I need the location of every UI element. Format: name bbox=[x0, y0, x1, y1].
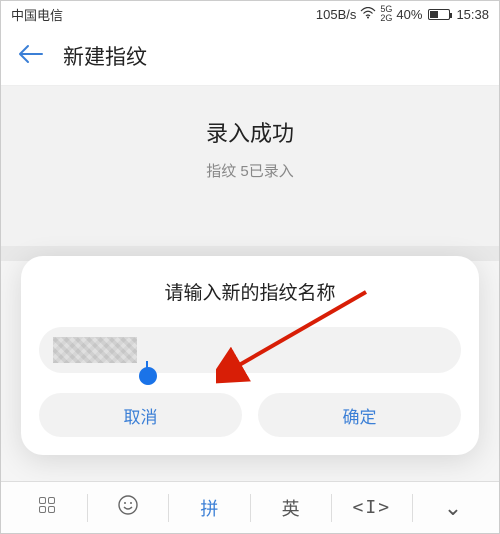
battery-icon bbox=[428, 9, 450, 20]
status-bar: 中国电信 105B/s 5G2G 40% 15:38 bbox=[1, 1, 499, 27]
ime-pinyin-button[interactable]: 拼 bbox=[169, 495, 249, 521]
success-title: 录入成功 bbox=[1, 116, 499, 148]
success-subtitle: 指纹 5已录入 bbox=[1, 160, 499, 181]
clock: 15:38 bbox=[456, 7, 489, 22]
ime-english-button[interactable]: 英 bbox=[251, 495, 331, 521]
net-speed: 105B/s bbox=[316, 7, 356, 22]
code-icon: <I> bbox=[353, 497, 392, 518]
back-icon[interactable] bbox=[17, 44, 43, 69]
text-cursor-handle[interactable] bbox=[139, 367, 157, 385]
grid-icon bbox=[38, 496, 56, 514]
cell-icon: 5G2G bbox=[380, 5, 392, 23]
status-right: 105B/s 5G2G 40% 15:38 bbox=[316, 5, 489, 23]
app-header: 新建指纹 bbox=[1, 27, 499, 85]
emoji-button[interactable] bbox=[88, 494, 168, 521]
input-wrapper bbox=[39, 327, 461, 373]
keyboard-toolbar: 拼 英 <I> ⌄ bbox=[1, 481, 499, 533]
battery-pct: 40% bbox=[396, 7, 422, 22]
fingerprint-name-input[interactable] bbox=[39, 327, 461, 373]
keyboard-collapse-button[interactable]: ⌄ bbox=[413, 495, 493, 521]
confirm-button[interactable]: 确定 bbox=[258, 393, 461, 437]
wifi-icon bbox=[360, 7, 376, 22]
smile-icon bbox=[117, 500, 139, 520]
dialog-title: 请输入新的指纹名称 bbox=[39, 278, 461, 305]
code-input-button[interactable]: <I> bbox=[332, 497, 412, 518]
cancel-button[interactable]: 取消 bbox=[39, 393, 242, 437]
chevron-down-icon: ⌄ bbox=[444, 495, 462, 520]
keyboard-grid-button[interactable] bbox=[7, 496, 87, 519]
main-content: 录入成功 指纹 5已录入 bbox=[1, 85, 499, 261]
carrier-label: 中国电信 bbox=[11, 5, 63, 24]
page-title: 新建指纹 bbox=[63, 41, 147, 71]
rename-dialog: 请输入新的指纹名称 取消 确定 bbox=[21, 256, 479, 455]
